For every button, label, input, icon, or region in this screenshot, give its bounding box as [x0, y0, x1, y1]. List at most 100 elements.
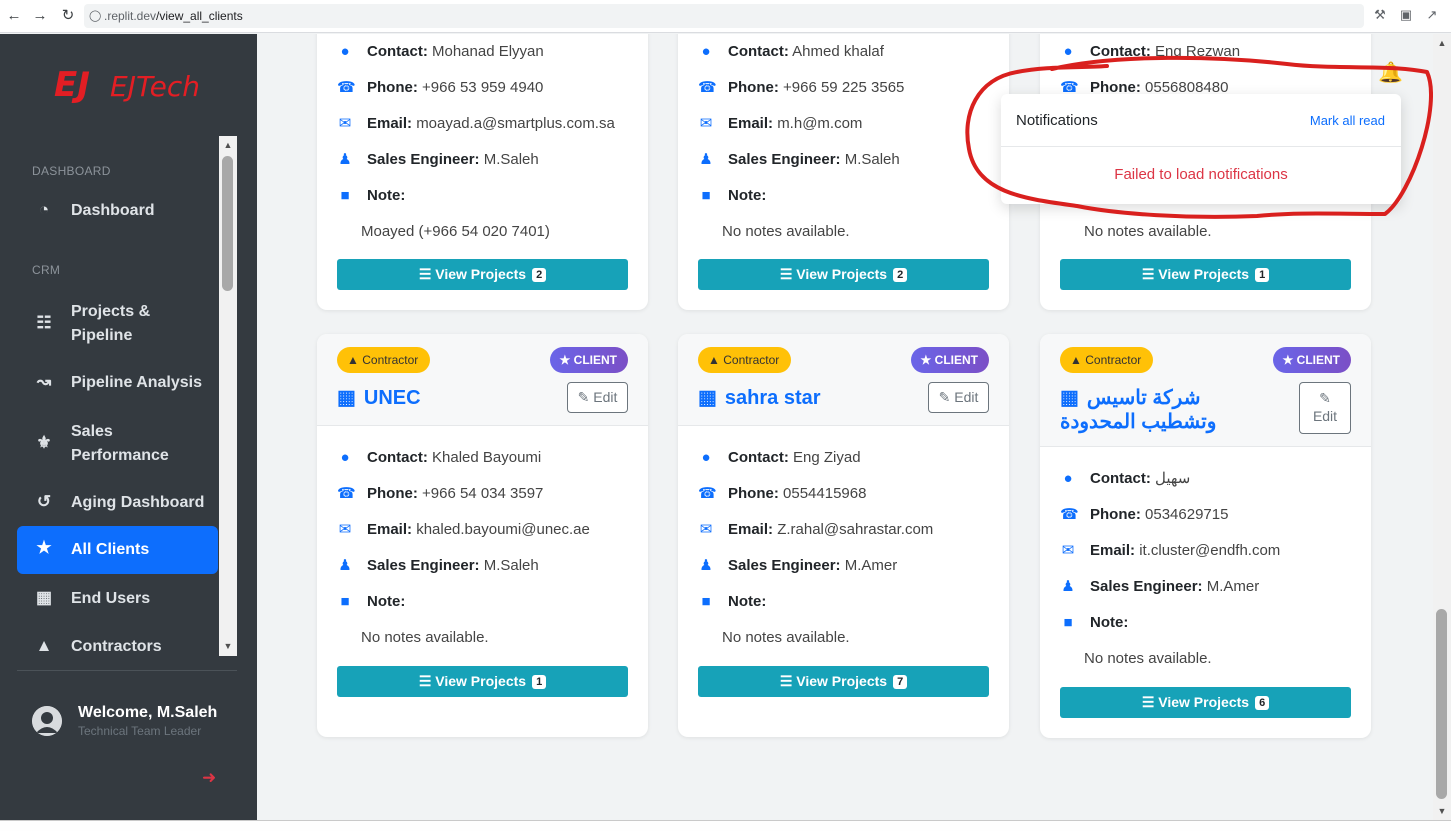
building-icon: ▦ — [35, 588, 53, 607]
star-icon: ★ — [36, 538, 52, 557]
project-count-badge: 7 — [893, 675, 908, 689]
sticky-note-icon: ■ — [701, 187, 711, 204]
open-new-window-icon[interactable]: ↗ — [1424, 7, 1440, 23]
client-card: ● Contact: Mohanad Elyyan ☎ Phone: +966 53… — [317, 34, 648, 310]
user-icon: ● — [701, 43, 711, 60]
phone-icon: ☎ — [698, 485, 717, 502]
sidebar-item-sales-performance[interactable]: ⚜ Sales Performance — [17, 416, 218, 472]
phone-icon: ☎ — [337, 79, 356, 96]
logout-icon[interactable]: ➜ — [202, 768, 216, 788]
list-check-icon: ☰ — [779, 266, 793, 282]
view-projects-button[interactable]: ☰ View Projects 7 — [698, 666, 989, 697]
sidebar-item-pipeline-analysis[interactable]: ↝ Pipeline Analysis — [17, 366, 218, 400]
sidebar-item-all-clients[interactable]: ★ All Clients — [17, 526, 218, 574]
back-icon[interactable]: ← — [4, 6, 24, 26]
phone-icon: ☎ — [1060, 506, 1079, 523]
view-projects-button[interactable]: ☰ View Projects 1 — [337, 666, 628, 697]
scroll-up-icon[interactable]: ▲ — [1436, 38, 1448, 48]
url-host: .replit.dev — [104, 9, 157, 23]
list-check-icon: ☰ — [1141, 694, 1155, 710]
contact-row: ● Contact: Eng Rezwan — [1060, 42, 1240, 62]
envelope-icon: ✉ — [338, 115, 352, 132]
hard-hat-icon: ▲ — [708, 353, 720, 367]
note-text: No notes available. — [722, 223, 850, 240]
list-check-icon: ☰ — [1141, 266, 1155, 282]
page-scrollbar-thumb[interactable] — [1436, 609, 1447, 799]
site-info-icon[interactable]: ◯ — [89, 4, 101, 28]
section-label-dashboard: DASHBOARD — [32, 164, 111, 178]
user-tie-icon: ♟ — [699, 151, 713, 168]
address-bar[interactable]: ◯ .replit.dev/view_all_clients — [84, 4, 1364, 28]
engineer-row: ♟ Sales Engineer: M.Saleh — [338, 151, 539, 168]
reload-icon[interactable]: ↻ — [58, 6, 78, 26]
view-projects-button[interactable]: ☰ View Projects 1 — [1060, 259, 1351, 290]
envelope-icon: ✉ — [699, 521, 713, 538]
scroll-up-icon[interactable]: ▲ — [222, 140, 234, 150]
star-icon: ★ — [920, 353, 932, 367]
note-row: ■ Note: — [337, 186, 405, 206]
bell-icon[interactable]: 🔔 — [1378, 60, 1403, 85]
client-badge: ★ CLIENT — [1272, 347, 1351, 373]
sidebar-item-aging-dashboard[interactable]: ↺ Aging Dashboard — [17, 486, 218, 520]
notifications-dropdown: Notifications Mark all read Failed to lo… — [1001, 94, 1401, 204]
note-row: ■ Note: — [1060, 613, 1128, 633]
client-card: ▲ Contractor ★ CLIENT ▦ شركة تاسيس وتشطيب… — [1040, 334, 1371, 738]
notifications-title: Notifications — [1016, 112, 1098, 129]
client-name[interactable]: ▦ شركة تاسيس وتشطيب المحدودة — [1060, 386, 1280, 434]
building-icon: ▦ — [337, 387, 356, 409]
user-icon: ● — [340, 449, 350, 466]
envelope-icon: ✉ — [699, 115, 713, 132]
envelope-icon: ✉ — [338, 521, 352, 538]
devices-icon[interactable]: ▣ — [1398, 7, 1414, 23]
sidebar-scrollbar[interactable]: ▲ ▼ — [219, 136, 237, 656]
edit-icon: ✎ — [1319, 390, 1331, 406]
sticky-note-icon: ■ — [340, 593, 350, 610]
project-count-badge: 6 — [1255, 696, 1270, 710]
phone-icon: ☎ — [337, 485, 356, 502]
sidebar-item-projects-pipeline[interactable]: ☷ Projects & Pipeline — [17, 296, 218, 352]
phone-row: ☎ Phone: +966 59 225 3565 — [698, 79, 905, 96]
list-check-icon: ☰ — [418, 673, 432, 689]
edit-button[interactable]: ✎ Edit — [1299, 382, 1351, 434]
mark-all-read-link[interactable]: Mark all read — [1310, 113, 1385, 128]
sidebar: EJ EJTech DASHBOARD ◔ Dashboard CRM ☷ Pr… — [0, 34, 257, 820]
engineer-row: ♟ Sales Engineer: M.Saleh — [699, 151, 900, 168]
forward-icon[interactable]: → — [30, 6, 50, 26]
client-name[interactable]: ▦ sahra star — [698, 386, 821, 410]
svg-text:EJ: EJ — [54, 65, 90, 104]
view-projects-button[interactable]: ☰ View Projects 6 — [1060, 687, 1351, 718]
view-projects-button[interactable]: ☰ View Projects 2 — [337, 259, 628, 290]
scroll-down-icon[interactable]: ▼ — [1436, 806, 1448, 816]
scroll-down-icon[interactable]: ▼ — [222, 641, 234, 651]
project-count-badge: 1 — [532, 675, 547, 689]
project-count-badge: 2 — [893, 268, 908, 282]
user-icon: ● — [701, 449, 711, 466]
card-header: ▲ Contractor ★ CLIENT ▦ UNEC ✎ Edit — [317, 334, 648, 426]
client-name[interactable]: ▦ UNEC — [337, 386, 421, 410]
list-check-icon: ☰ — [779, 673, 793, 689]
sidebar-item-end-users[interactable]: ▦ End Users — [17, 582, 218, 616]
email-row: ✉ Email: khaled.bayoumi@unec.ae — [338, 521, 590, 538]
note-text: No notes available. — [722, 629, 850, 646]
edit-button[interactable]: ✎ Edit — [567, 382, 628, 413]
edit-button[interactable]: ✎ Edit — [928, 382, 989, 413]
avatar[interactable] — [32, 706, 62, 736]
user-role: Technical Team Leader — [78, 724, 202, 738]
notifications-error: Failed to load notifications — [1114, 166, 1288, 183]
engineer-row: ♟ Sales Engineer: M.Saleh — [338, 557, 539, 574]
sidebar-item-dashboard[interactable]: ◔ Dashboard — [17, 194, 218, 228]
view-projects-button[interactable]: ☰ View Projects 2 — [698, 259, 989, 290]
phone-row: ☎ Phone: +966 54 034 3597 — [337, 485, 544, 502]
sidebar-item-contractors[interactable]: ▲ Contractors — [17, 630, 218, 664]
page-scrollbar[interactable]: ▲ ▼ — [1433, 34, 1451, 820]
wrench-icon[interactable]: ⚒ — [1372, 7, 1388, 23]
url-path: /view_all_clients — [156, 9, 243, 23]
sticky-note-icon: ■ — [701, 593, 711, 610]
client-card: ● Contact: Ahmed khalaf ☎ Phone: +966 59 2… — [678, 34, 1009, 310]
user-icon: ● — [340, 43, 350, 60]
contractor-badge: ▲ Contractor — [698, 347, 792, 373]
user-tie-icon: ♟ — [338, 151, 352, 168]
sidebar-nav: DASHBOARD ◔ Dashboard CRM ☷ Projects & P… — [0, 136, 237, 686]
sidebar-scrollbar-thumb[interactable] — [222, 156, 233, 291]
note-text: No notes available. — [361, 629, 489, 646]
